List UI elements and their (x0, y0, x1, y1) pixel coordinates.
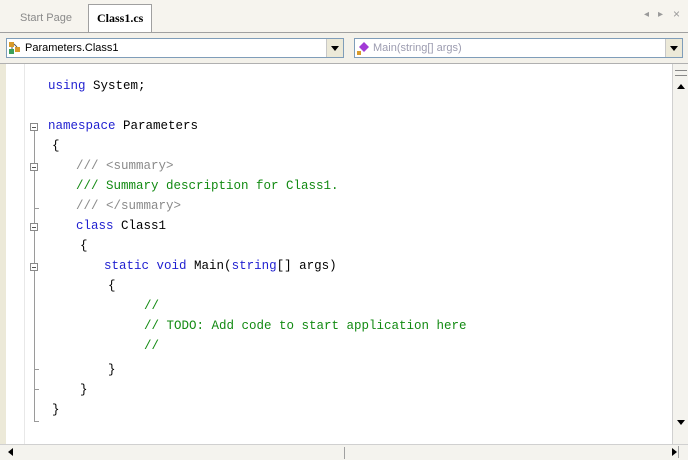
keyword: void (156, 259, 187, 273)
code-line: { (80, 239, 88, 253)
tab-class1-cs[interactable]: Class1.cs (88, 4, 153, 32)
code-line: // (144, 339, 160, 353)
code-line: } (108, 363, 116, 377)
code-line: /// <summary> (76, 156, 174, 176)
method-icon (357, 42, 369, 55)
code-line: /// Summary description for Class1. (76, 179, 339, 193)
chevron-down-icon[interactable] (326, 39, 343, 57)
code-line: static void Main(string[] args) (104, 256, 337, 276)
navigation-bar: Parameters.Class1 Main(string[] args) (0, 33, 688, 64)
code-line: namespace Parameters (48, 116, 198, 136)
scroll-left-icon[interactable] (8, 448, 13, 456)
keyword: using (48, 79, 86, 93)
member-dropdown[interactable]: Main(string[] args) (354, 38, 683, 58)
xml-doc-slashes: /// (76, 199, 99, 213)
size-grip[interactable] (678, 446, 688, 458)
chevron-down-icon[interactable] (665, 39, 682, 57)
code-token: Class1 (113, 219, 167, 233)
xml-doc-slashes: /// (76, 159, 99, 173)
scroll-up-icon[interactable] (677, 84, 685, 89)
horizontal-scrollbar[interactable] (0, 444, 688, 460)
code-line: { (52, 139, 60, 153)
scroll-right-icon[interactable] (672, 448, 677, 456)
code-line: } (80, 383, 88, 397)
code-line: } (52, 403, 60, 417)
member-dropdown-value: Main(string[] args) (373, 42, 462, 54)
code-line: { (108, 279, 116, 293)
code-editor[interactable]: using System; namespace Parameters { ///… (6, 64, 672, 444)
scroll-down-icon[interactable] (677, 420, 685, 425)
xml-doc-tag: <summary> (98, 159, 174, 173)
keyword: static (104, 259, 150, 273)
code-line: class Class1 (76, 216, 166, 236)
tab-scroll-right-icon[interactable]: ▸ (658, 9, 663, 20)
code-token: Main( (186, 259, 232, 273)
xml-doc-tag: </summary> (98, 199, 182, 213)
scroll-thumb[interactable] (344, 447, 345, 459)
code-text[interactable]: using System; namespace Parameters { ///… (6, 64, 672, 444)
keyword: class (76, 219, 114, 233)
close-icon[interactable]: × (673, 7, 680, 21)
keyword: string (231, 259, 277, 273)
tab-start-page[interactable]: Start Page (14, 6, 78, 31)
type-dropdown-value: Parameters.Class1 (25, 42, 119, 54)
splitter-handle[interactable] (675, 70, 687, 76)
code-token: [] args) (276, 259, 337, 273)
keyword: namespace (48, 119, 116, 133)
code-token: System; (85, 79, 146, 93)
code-line: // TODO: Add code to start application h… (144, 319, 467, 333)
tab-scroll-left-icon[interactable]: ◂ (644, 9, 649, 20)
vertical-scrollbar[interactable] (672, 64, 688, 444)
class-icon (9, 42, 20, 54)
document-tab-strip: Start Page Class1.cs ◂ ▸ × (0, 0, 688, 33)
code-line: /// </summary> (76, 196, 181, 216)
code-line: using System; (48, 76, 146, 96)
type-dropdown[interactable]: Parameters.Class1 (6, 38, 344, 58)
code-token: Parameters (115, 119, 199, 133)
code-line: // (144, 299, 160, 313)
